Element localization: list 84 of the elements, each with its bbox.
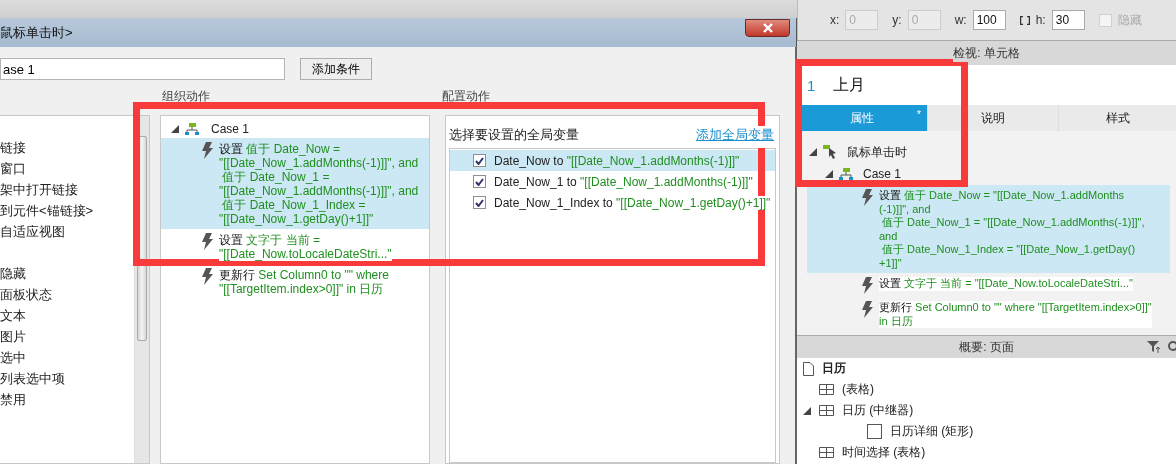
action-list-item[interactable]: 链接 [0,137,134,158]
close-button[interactable] [745,18,790,37]
field-label: w: [954,13,967,27]
lock-ratio-icon[interactable] [1019,15,1030,25]
modified-indicator: * [916,108,921,120]
action-row[interactable]: 更新行 Set Column0 to "" where "[[TargetItem.index>0]]" in 日历 [161,264,429,299]
collapse-toggle-icon[interactable] [825,170,833,178]
variable-text: Date_Now_1 to "[[Date_Now_1.addMonths(-1)]]" [494,174,753,189]
lightning-icon [201,268,213,285]
case-name-field[interactable]: ase 1 [0,58,285,80]
checkbox[interactable] [473,175,486,188]
rectangle-icon [867,424,882,439]
field-label: y: [892,13,902,27]
action-text: 设置 值于 Date_Now = "[[Date_Now_1.addMonths(-1)]]", and 值于 Date_Now_1 = "[[Date_Now_1.addMonths(-1)]]", and 值于 Date_Now_1_Index = "[[Date_Now_1.getDay()+1]]" [219,142,419,226]
section-label: 组织动作 [162,88,210,102]
variable-row[interactable]: Date_Now_1 to "[[Date_Now_1.addMonths(-1)]]" [450,171,775,192]
checkbox[interactable] [473,196,486,209]
tab[interactable]: 样式 [1059,105,1176,131]
case-label[interactable]: Case 1 [863,167,902,181]
search-icon[interactable] [1167,341,1176,353]
lightning-icon [861,301,873,318]
lightning-icon [861,277,873,294]
outline-item[interactable]: (表格) [842,381,874,398]
action-text: 设置 文字于 当前 = "[[Date_Now.toLocaleDateStri..." [879,277,1133,291]
collapse-toggle-icon[interactable] [809,148,817,156]
section-label: 配置动作 [442,88,490,102]
lightning-icon [201,142,213,159]
case-label[interactable]: Case 1 [211,122,250,136]
action-list-item[interactable]: 自适应视图 [0,221,134,242]
close-icon [761,22,774,33]
action-list-item[interactable]: 窗口 [0,158,134,179]
outline-item[interactable]: 日历 [822,360,846,377]
element-index: 1 [807,76,816,94]
action-row[interactable]: 设置 文字于 当前 = "[[Date_Now.toLocaleDateStri..." [807,273,1170,297]
action-list-item[interactable]: 到元件<锚链接> [0,200,134,221]
collapse-toggle-icon[interactable] [803,406,811,415]
field-label: x: [830,13,840,27]
coordinate-field[interactable]: 30 [1051,10,1085,30]
action-row[interactable]: 更新行 Set Column0 to "" where "[[TargetItem.index>0]]" in 日历 [807,297,1170,331]
coordinate-field[interactable]: 100 [972,10,1006,30]
lightning-icon [861,189,873,206]
add-condition-button[interactable]: 添加条件 [300,58,372,80]
table-icon [819,447,834,458]
action-text: 更新行 Set Column0 to "" where "[[TargetItem.index>0]]" in 日历 [879,301,1152,328]
action-text: 设置 文字于 当前 = "[[Date_Now.toLocaleDateStri..." [219,233,392,261]
action-row[interactable]: 设置 文字于 当前 = "[[Date_Now.toLocaleDateStri..." [161,229,429,264]
element-name: 上月 [833,74,866,95]
action-text: 更新行 Set Column0 to "" where "[[TargetItem.index>0]]" in 日历 [219,268,389,296]
variable-text: Date_Now_1_Index to "[[Date_Now_1.getDay()+1]]" [494,195,771,210]
page-icon [803,361,814,376]
outline-item[interactable]: 日历 (中继器) [842,402,914,419]
panel-heading: 选择要设置的全局变量 [449,126,579,144]
panel-title: 检视: 单元格 [953,44,1020,62]
cursor-icon [823,145,837,159]
action-list-item[interactable]: 列表选中项 [0,368,134,389]
case-tree-icon [185,123,199,135]
panel-title: 概要: 页面 [959,338,1014,356]
variable-row[interactable]: Date_Now_1_Index to "[[Date_Now_1.getDay()+1]]" [450,192,775,213]
action-list-item[interactable]: 禁用 [0,389,134,410]
checkbox[interactable] [473,154,486,167]
action-list-item[interactable]: 文本 [0,305,134,326]
table-icon [819,384,834,395]
action-list-item[interactable]: 隐藏 [0,263,134,284]
field-label: h: [1035,13,1046,27]
filter-icon[interactable] [1147,341,1161,353]
action-list-item[interactable]: 架中打开链接 [0,179,134,200]
lightning-icon [201,233,213,250]
tab[interactable]: 说明 [928,105,1058,131]
action-list-item[interactable]: 面板状态 [0,284,134,305]
action-row[interactable]: 设置 值于 Date_Now = "[[Date_Now_1.addMonths(-1)]]", and 值于 Date_Now_1 = "[[Date_Now_1.addMonths(-1)]]", and 值于 Date_Now_1_Index = "[[Date_Now_1.getDay()+1]]" [161,138,429,229]
table-icon [819,405,834,416]
event-label[interactable]: 鼠标单击时 [847,143,907,161]
outline-item[interactable]: 时间选择 (表格) [842,444,926,461]
variable-text: Date_Now to "[[Date_Now_1.addMonths(-1)]]" [494,153,740,168]
action-list-item[interactable]: 图片 [0,326,134,347]
action-list-item[interactable]: 选中 [0,347,134,368]
dialog-title: 鼠标单击时> [0,23,73,42]
case-tree-icon [839,168,853,180]
outline-item[interactable]: 日历详细 (矩形) [890,423,974,440]
collapse-toggle-icon[interactable] [171,125,179,133]
action-text: 设置 值于 Date_Now = "[[Date_Now_1.addMonths (-1)]]", and 值于 Date_Now_1 = "[[Date_Now_1.addMonths(-1)]]", and 值于 Date_Now_1_Index = "[[Date_Now_1.getDay() +1]]" [879,189,1145,270]
action-row[interactable]: 设置 值于 Date_Now = "[[Date_Now_1.addMonths (-1)]]", and 值于 Date_Now_1 = "[[Date_Now_1.addMonths(-1)]]", and 值于 Date_Now_1_Index = "[[Date_Now_1.getDay() +1]]" [807,185,1170,273]
variable-row[interactable]: Date_Now to "[[Date_Now_1.addMonths(-1)]]" [450,150,775,171]
add-global-variable-link[interactable]: 添加全局变量 [696,126,774,148]
